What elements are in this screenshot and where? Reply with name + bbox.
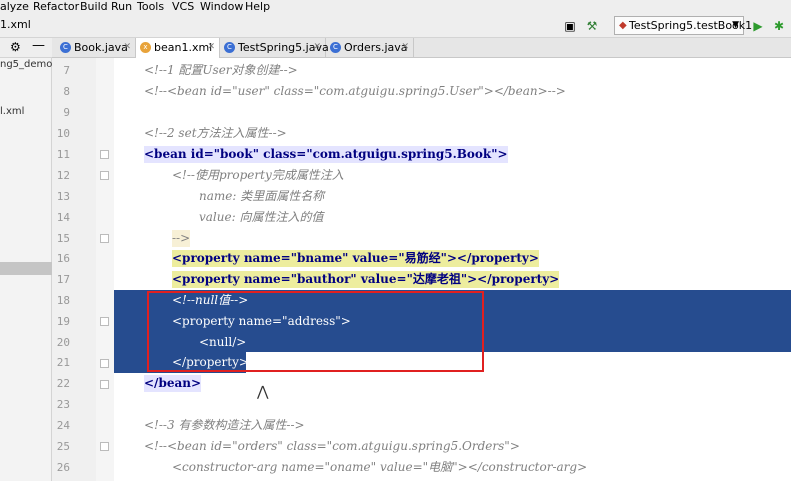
line-number: 16	[56, 252, 70, 265]
code-line-14: value: 向属性注入的值	[199, 210, 324, 224]
fold-marker[interactable]	[100, 150, 109, 159]
line-number: 21	[56, 356, 70, 369]
line-number: 23	[56, 398, 70, 411]
debug-icon[interactable]: ✱	[771, 18, 787, 34]
close-icon[interactable]: ✕	[401, 38, 409, 57]
close-icon[interactable]: ✕	[207, 38, 215, 57]
tab-label: Orders.java	[344, 41, 408, 54]
line-number: 10	[56, 127, 70, 140]
line-number: 14	[56, 211, 70, 224]
chevron-down-icon: ▼	[732, 20, 739, 30]
code-line-11: <bean id="book" class="com.atguigu.sprin…	[144, 146, 508, 163]
code-line-25: <!--<bean id="orders" class="com.atguigu…	[144, 439, 520, 453]
current-file-label[interactable]: 1.xml	[0, 18, 31, 31]
menu-analyze[interactable]: alyze	[0, 0, 29, 14]
tab-orders-java[interactable]: C Orders.java ✕	[326, 38, 414, 58]
java-class-icon: C	[224, 42, 235, 53]
hammer-icon[interactable]: ⚒	[584, 18, 600, 34]
project-panel: ng5_demo1 l.xml	[0, 58, 59, 481]
line-number: 22	[56, 377, 70, 390]
tab-label: Book.java	[74, 41, 128, 54]
fold-marker[interactable]	[100, 359, 109, 368]
annotation-highlight-box	[147, 291, 484, 372]
line-number: 26	[56, 461, 70, 474]
menu-vcs[interactable]: VCS	[172, 0, 194, 14]
menu-help[interactable]: Help	[245, 0, 270, 14]
fold-marker[interactable]	[100, 442, 109, 451]
code-line-12: <!--使用property完成属性注入	[172, 168, 344, 182]
code-line-17: <property name="bauthor" value="达摩老祖"></…	[172, 271, 560, 288]
layout-icon[interactable]: ▣	[562, 18, 578, 34]
tab-bean1-xml[interactable]: x bean1.xml ✕	[136, 38, 220, 58]
line-number: 9	[63, 106, 70, 119]
line-number: 25	[56, 440, 70, 453]
java-class-icon: C	[330, 42, 341, 53]
line-number: 7	[63, 64, 70, 77]
test-config-icon: ◆	[619, 20, 627, 31]
project-panel-header: ⚙ —	[0, 38, 52, 58]
code-line-13: name: 类里面属性名称	[199, 189, 325, 203]
code-line-26: <constructor-arg name="oname" value="电脑"…	[172, 460, 588, 474]
code-line-24: <!--3 有参数构造注入属性-->	[144, 418, 305, 432]
code-line-15: -->	[172, 230, 191, 247]
run-icon[interactable]: ▶	[750, 18, 766, 34]
fold-column	[96, 58, 114, 481]
toolbar: 1.xml ▣ ⚒ ◆ TestSpring5.testBook1 ▼ ▶ ✱	[0, 14, 791, 38]
menu-refactor[interactable]: Refactor	[33, 0, 79, 14]
line-number: 13	[56, 190, 70, 203]
line-number: 15	[56, 232, 70, 245]
fold-marker[interactable]	[100, 171, 109, 180]
line-number: 12	[56, 169, 70, 182]
project-item-module[interactable]: ng5_demo1	[0, 59, 59, 70]
gear-icon[interactable]: ⚙	[10, 40, 21, 54]
menu-bar: alyze Refactor Build Run Tools VCS Windo…	[0, 0, 791, 14]
code-line-10: <!--2 set方法注入属性-->	[144, 126, 287, 140]
tab-book-java[interactable]: C Book.java ✕	[56, 38, 136, 58]
line-number: 18	[56, 294, 70, 307]
line-number: 17	[56, 273, 70, 286]
menu-build[interactable]: Build	[80, 0, 108, 14]
editor-tab-bar: C Book.java ✕ x bean1.xml ✕ C TestSpring…	[52, 38, 791, 58]
fold-marker[interactable]	[100, 317, 109, 326]
menu-window[interactable]: Window	[200, 0, 243, 14]
text-cursor-icon: ⋀	[257, 384, 269, 400]
xml-file-icon: x	[140, 42, 151, 53]
project-item-file[interactable]: l.xml	[0, 106, 24, 117]
fold-marker[interactable]	[100, 234, 109, 243]
minimize-icon[interactable]: —	[32, 38, 45, 53]
menu-tools[interactable]: Tools	[137, 0, 164, 14]
code-line-16: <property name="bname" value="易筋经"></pro…	[172, 250, 539, 267]
close-icon[interactable]: ✕	[313, 38, 321, 57]
project-selected-row[interactable]	[0, 262, 52, 275]
line-number-gutter	[52, 58, 96, 481]
code-line-22: </bean>	[144, 375, 202, 392]
java-class-icon: C	[60, 42, 71, 53]
line-number: 11	[56, 148, 70, 161]
run-configuration-dropdown[interactable]: ◆ TestSpring5.testBook1 ▼	[614, 16, 752, 35]
code-line-7: <!--1 配置User对象创建-->	[144, 63, 298, 77]
line-number: 19	[56, 315, 70, 328]
close-icon[interactable]: ✕	[123, 38, 131, 57]
line-number: 24	[56, 419, 70, 432]
line-number: 8	[63, 85, 70, 98]
fold-marker[interactable]	[100, 380, 109, 389]
tab-testspring5-java[interactable]: C TestSpring5.java ✕	[220, 38, 329, 58]
tab-label: bean1.xml	[154, 41, 213, 54]
line-number: 20	[56, 336, 70, 349]
code-line-8: <!--<bean id="user" class="com.atguigu.s…	[144, 84, 566, 98]
menu-run[interactable]: Run	[111, 0, 132, 14]
